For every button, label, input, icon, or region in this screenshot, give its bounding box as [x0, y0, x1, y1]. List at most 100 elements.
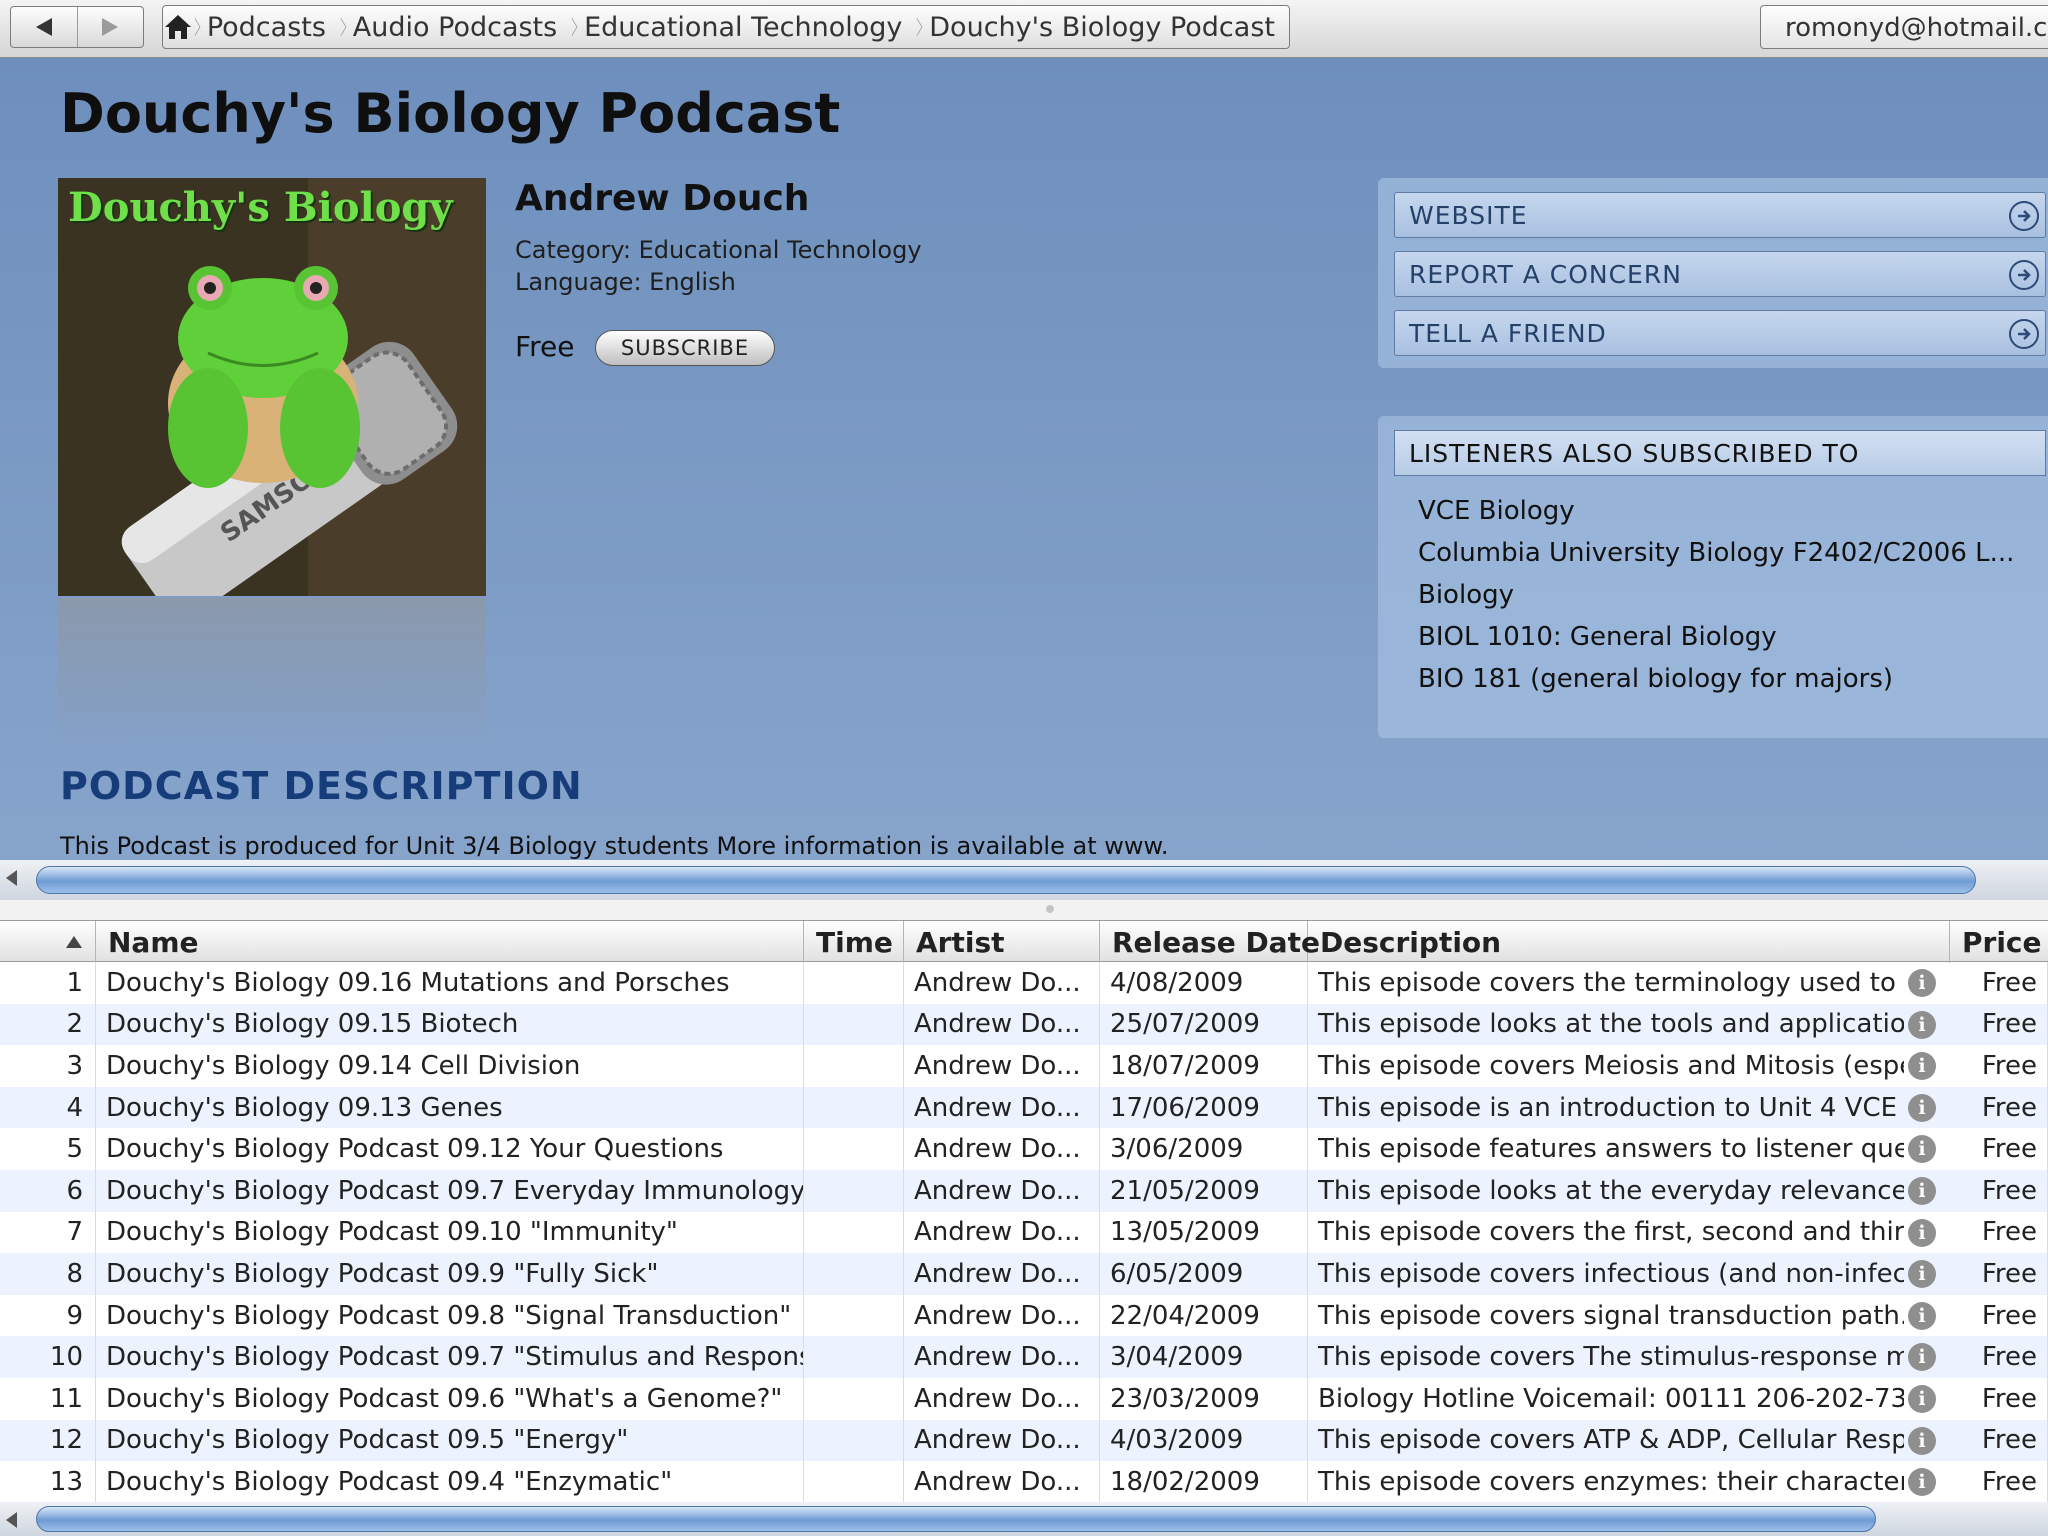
episode-time	[804, 1211, 904, 1254]
table-row[interactable]: 8 Douchy's Biology Podcast 09.9 "Fully Si…	[0, 1253, 2048, 1295]
back-button[interactable]	[11, 7, 77, 47]
breadcrumb-podcasts[interactable]: Podcasts	[201, 12, 340, 43]
episode-time	[804, 1461, 904, 1502]
column-header-index[interactable]	[0, 921, 96, 963]
table-row[interactable]: 6 Douchy's Biology Podcast 09.7 Everyday …	[0, 1170, 2048, 1212]
podcast-artwork[interactable]: SAMSON Douchy's Biology	[58, 178, 486, 596]
table-horizontal-scrollbar[interactable]	[0, 1502, 2048, 1536]
tell-friend-link[interactable]: TELL A FRIEND	[1394, 310, 2046, 356]
episode-release-date: 18/07/2009	[1100, 1045, 1308, 1087]
breadcrumb-educational-technology[interactable]: Educational Technology	[578, 12, 916, 43]
breadcrumb-home[interactable]	[163, 6, 194, 48]
info-icon[interactable]: i	[1908, 1301, 1936, 1330]
artist-name[interactable]: Andrew Douch	[515, 178, 809, 219]
splitter-handle[interactable]	[1046, 905, 1054, 913]
episode-name: Douchy's Biology Podcast 09.7 Everyday I…	[96, 1170, 804, 1212]
info-icon[interactable]: i	[1908, 1052, 1936, 1081]
scroll-left-arrow-icon[interactable]	[6, 1512, 17, 1528]
info-icon[interactable]: i	[1908, 1135, 1936, 1164]
info-icon[interactable]: i	[1908, 1010, 1936, 1039]
column-header-artist[interactable]: Artist	[904, 921, 1100, 963]
table-row[interactable]: 9 Douchy's Biology Podcast 09.8 "Signal T…	[0, 1294, 2048, 1337]
table-row[interactable]: 12 Douchy's Biology Podcast 09.5 "Energy"…	[0, 1419, 2048, 1462]
row-index: 1	[0, 962, 96, 1004]
episode-price: Free	[1950, 1003, 2048, 1046]
episode-release-date: 18/02/2009	[1100, 1461, 1308, 1502]
table-row[interactable]: 11 Douchy's Biology Podcast 09.6 "What's …	[0, 1378, 2048, 1420]
also-subscribed-item[interactable]: VCE Biology	[1418, 496, 1575, 526]
episode-artist: Andrew Do...	[904, 1003, 1100, 1046]
episode-description: This episode covers the first, second an…	[1318, 1217, 1904, 1248]
table-row[interactable]: 2 Douchy's Biology 09.15 Biotech Andrew Do…	[0, 1003, 2048, 1046]
table-row[interactable]: 5 Douchy's Biology Podcast 09.12 Your Que…	[0, 1128, 2048, 1170]
row-index: 10	[0, 1336, 96, 1378]
column-header-time[interactable]: Time	[804, 921, 904, 963]
episode-release-date: 6/05/2009	[1100, 1253, 1308, 1295]
account-button[interactable]: romonyd@hotmail.com	[1760, 5, 2048, 49]
episode-artist: Andrew Do...	[904, 1461, 1100, 1502]
info-icon[interactable]: i	[1908, 1177, 1936, 1205]
episode-artist: Andrew Do...	[904, 1336, 1100, 1378]
also-subscribed-item[interactable]: Columbia University Biology F2402/C2006 …	[1418, 538, 2014, 568]
episode-release-date: 22/04/2009	[1100, 1294, 1308, 1337]
scrollbar-thumb[interactable]	[36, 866, 1976, 894]
episode-time	[804, 1253, 904, 1295]
also-subscribed-item[interactable]: BIOL 1010: General Biology	[1418, 622, 1777, 652]
info-icon[interactable]: i	[1908, 1093, 1936, 1122]
episode-name: Douchy's Biology 09.15 Biotech	[96, 1003, 804, 1046]
episode-price: Free	[1950, 1378, 2048, 1420]
table-row[interactable]: 7 Douchy's Biology Podcast 09.10 "Immunit…	[0, 1211, 2048, 1254]
breadcrumb-separator	[916, 18, 923, 36]
episode-time	[804, 1128, 904, 1170]
episode-time	[804, 1419, 904, 1462]
episode-description: This episode covers infectious (and non-…	[1318, 1258, 1904, 1289]
row-index: 4	[0, 1086, 96, 1129]
report-concern-link[interactable]: REPORT A CONCERN	[1394, 251, 2046, 297]
scrollbar-thumb[interactable]	[36, 1506, 1876, 1532]
column-header-description[interactable]: Description	[1308, 921, 1950, 963]
table-row[interactable]: 3 Douchy's Biology 09.14 Cell Division And…	[0, 1045, 2048, 1087]
also-subscribed-item[interactable]: Biology	[1418, 580, 1514, 610]
website-link[interactable]: WEBSITE	[1394, 192, 2046, 238]
breadcrumb-audio-podcasts[interactable]: Audio Podcasts	[347, 12, 571, 43]
subscribe-button[interactable]: SUBSCRIBE	[595, 330, 775, 366]
info-icon[interactable]: i	[1908, 1385, 1936, 1413]
forward-button[interactable]	[76, 7, 144, 47]
info-icon[interactable]: i	[1908, 1426, 1936, 1455]
info-icon[interactable]: i	[1908, 969, 1936, 997]
episode-artist: Andrew Do...	[904, 1170, 1100, 1212]
episode-price: Free	[1950, 1336, 2048, 1378]
pane-splitter[interactable]	[0, 900, 2048, 920]
table-row[interactable]: 13 Douchy's Biology Podcast 09.4 "Enzymat…	[0, 1461, 2048, 1502]
description-text: This Podcast is produced for Unit 3/4 Bi…	[60, 832, 1169, 860]
info-icon[interactable]: i	[1908, 1468, 1936, 1497]
episode-artist: Andrew Do...	[904, 1419, 1100, 1462]
scroll-left-arrow-icon[interactable]	[6, 870, 17, 886]
episode-artist: Andrew Do...	[904, 1378, 1100, 1420]
episode-price: Free	[1950, 1294, 2048, 1337]
store-horizontal-scrollbar[interactable]	[0, 860, 2048, 900]
episode-time	[804, 1003, 904, 1046]
episode-table: Name Time Artist Release Date Descriptio…	[0, 920, 2048, 1502]
navigation-buttons	[10, 6, 144, 48]
column-header-price[interactable]: Price	[1950, 921, 2048, 963]
table-row[interactable]: 4 Douchy's Biology 09.13 Genes Andrew Do..…	[0, 1086, 2048, 1129]
episode-time	[804, 1378, 904, 1420]
sort-ascending-icon	[66, 936, 82, 948]
episode-time	[804, 1170, 904, 1212]
table-row[interactable]: 10 Douchy's Biology Podcast 09.7 "Stimulu…	[0, 1336, 2048, 1378]
episode-description: Biology Hotline Voicemail: 00111 206-202…	[1318, 1383, 1904, 1414]
info-icon[interactable]: i	[1908, 1343, 1936, 1372]
top-toolbar: Podcasts Audio Podcasts Educational Tech…	[0, 0, 2048, 58]
breadcrumb-current[interactable]: Douchy's Biology Podcast	[923, 12, 1289, 43]
info-icon[interactable]: i	[1908, 1218, 1936, 1247]
episode-release-date: 17/06/2009	[1100, 1086, 1308, 1129]
info-icon[interactable]: i	[1908, 1260, 1936, 1289]
table-row[interactable]: 1 Douchy's Biology 09.16 Mutations and Po…	[0, 962, 2048, 1004]
column-header-name[interactable]: Name	[96, 921, 804, 963]
row-index: 11	[0, 1378, 96, 1420]
episode-artist: Andrew Do...	[904, 1253, 1100, 1295]
column-header-release-date[interactable]: Release Date	[1100, 921, 1320, 963]
row-index: 2	[0, 1003, 96, 1046]
also-subscribed-item[interactable]: BIO 181 (general biology for majors)	[1418, 664, 1893, 694]
